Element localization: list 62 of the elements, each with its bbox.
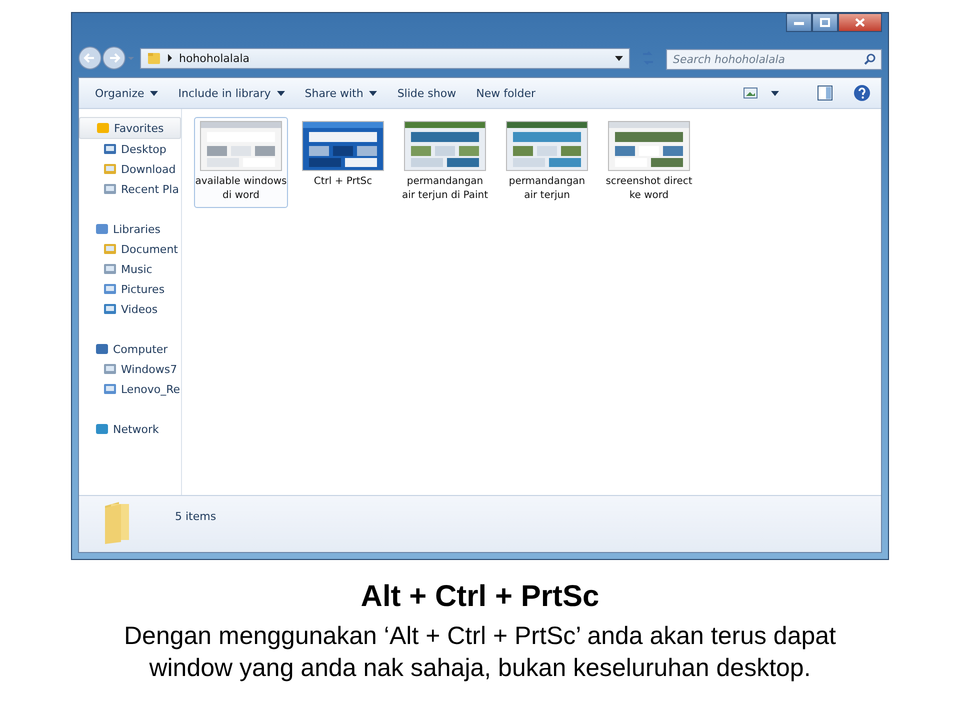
nav-icon	[103, 302, 117, 316]
slide-title: Alt + Ctrl + PrtSc	[360, 580, 600, 614]
view-icon[interactable]	[743, 86, 759, 100]
nav-item[interactable]: Desktop	[79, 139, 181, 159]
slide-text: Dengan menggunakan ‘Alt + Ctrl + PrtSc’ anda akan terus dapat window yang anda nak sahaja, bukan keseluruhan desktop.	[122, 621, 837, 684]
close-button[interactable]	[838, 13, 882, 32]
nav-icon	[95, 342, 109, 356]
minimize-icon	[794, 20, 804, 24]
nav-item[interactable]: Download	[79, 159, 181, 179]
toolbar-button[interactable]: Organize	[87, 84, 166, 102]
file-item[interactable]: permandangan air terjun	[500, 117, 594, 208]
maximize-button[interactable]	[812, 13, 838, 32]
nav-item[interactable]: Videos	[79, 299, 181, 319]
nav-icon	[103, 282, 117, 296]
nav-group[interactable]: Network	[79, 419, 181, 439]
help-icon[interactable]	[853, 84, 871, 102]
nav-icon	[103, 182, 117, 196]
address-bar[interactable]: hohoholalala	[140, 48, 630, 68]
nav-group[interactable]: Favorites	[79, 117, 181, 139]
toolbar-button[interactable]: Share with	[296, 84, 386, 102]
nav-item[interactable]: Music	[79, 259, 181, 279]
nav-group[interactable]: Computer	[79, 339, 181, 359]
file-name: permandangan air terjun di Paint	[400, 175, 490, 203]
file-name: available windows di word	[195, 175, 287, 203]
item-count: 5 items	[175, 510, 216, 523]
nav-item[interactable]: Windows7	[79, 359, 181, 379]
caret-icon[interactable]	[771, 90, 779, 96]
caret-icon[interactable]	[615, 56, 623, 60]
search-field[interactable]: Search hohoholalala	[666, 48, 882, 70]
toolbar-button[interactable]: Include in library	[170, 84, 293, 102]
nav-icon	[95, 422, 109, 436]
file-item[interactable]: screenshot direct ke word	[602, 117, 696, 208]
file-name: permandangan air terjun	[508, 175, 586, 203]
nav-icon	[103, 142, 117, 156]
nav-icon	[103, 262, 117, 276]
search-icon[interactable]	[864, 52, 876, 64]
maximize-icon	[820, 18, 830, 27]
nav-item[interactable]: Document	[79, 239, 181, 259]
nav-item[interactable]: Recent Pla	[79, 179, 181, 199]
nav-icon	[103, 382, 117, 396]
close-icon	[855, 18, 865, 27]
nav-icon	[96, 121, 110, 135]
nav-icon	[103, 362, 117, 376]
nav-icon	[95, 222, 109, 236]
nav-icon	[103, 242, 117, 256]
folder-icon	[147, 51, 161, 65]
minimize-button[interactable]	[786, 13, 812, 32]
file-name: Ctrl + PrtSc	[314, 175, 372, 189]
file-item[interactable]: available windows di word	[194, 117, 288, 208]
file-name: screenshot direct ke word	[604, 175, 694, 203]
nav-icon	[103, 162, 117, 176]
toolbar-button[interactable]: New folder	[468, 84, 544, 102]
address-path: hohoholalala	[179, 52, 250, 64]
nav-item[interactable]: Pictures	[79, 279, 181, 299]
nav-group[interactable]: Libraries	[79, 219, 181, 239]
toolbar-button[interactable]: Slide show	[389, 84, 464, 102]
chevron-icon	[167, 54, 173, 62]
file-item[interactable]: Ctrl + PrtSc	[296, 117, 390, 194]
back-forward-icon[interactable]	[78, 45, 136, 71]
preview-pane-icon[interactable]	[817, 85, 833, 101]
nav-item[interactable]: Lenovo_Re	[79, 379, 181, 399]
file-item[interactable]: permandangan air terjun di Paint	[398, 117, 492, 208]
